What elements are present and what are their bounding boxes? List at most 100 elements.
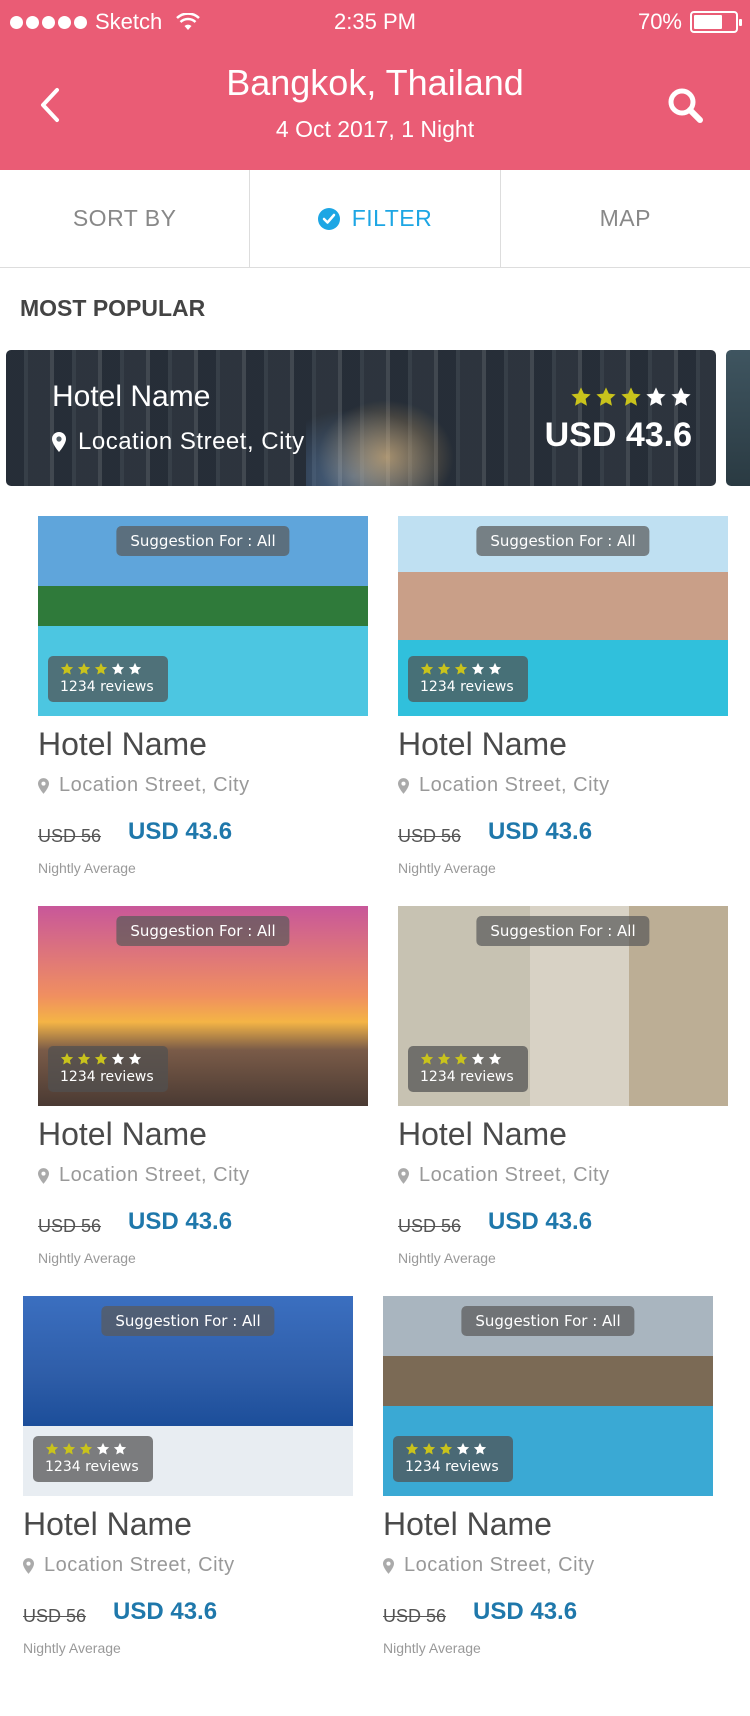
hotel-name[interactable]: Hotel Name (383, 1506, 552, 1543)
star-icon (621, 387, 641, 406)
review-count: 1234 reviews (405, 1459, 499, 1475)
featured-location-text: Location Street, City (78, 428, 305, 455)
rating-stars (420, 1052, 502, 1066)
suggestion-badge: Suggestion For : All (116, 526, 290, 556)
original-price: USD 56 (398, 826, 462, 846)
location-pin-icon (23, 1557, 34, 1574)
featured-hotel-location: Location Street, City (52, 428, 305, 456)
hotel-card[interactable]: Suggestion For : All 1234 reviews Hotel … (383, 1296, 713, 1656)
discount-price: USD 43.6 (488, 1208, 593, 1235)
rating-box: 1234 reviews (408, 656, 528, 702)
location-pin-icon (383, 1557, 394, 1574)
location-pin-icon (398, 777, 409, 794)
battery-icon (690, 11, 742, 33)
hotel-card[interactable]: Suggestion For : All 1234 reviews Hotel … (23, 1296, 353, 1656)
location-pin-icon (38, 777, 49, 794)
discount-price: USD 43.6 (128, 818, 233, 845)
star-icon (471, 662, 485, 675)
tab-sort-by-label: SORT BY (72, 205, 177, 231)
battery-percent: 70% (637, 9, 682, 34)
next-banner-peek[interactable] (726, 350, 750, 486)
tab-map[interactable]: MAP (499, 170, 750, 267)
rating-stars (45, 1442, 127, 1456)
price-note: Nightly Average (23, 1640, 121, 1656)
search-button[interactable] (660, 80, 710, 130)
star-icon (79, 1442, 93, 1455)
star-icon (437, 662, 451, 675)
hotel-location-text: Location Street, City (419, 1164, 610, 1186)
hotel-card[interactable]: Suggestion For : All 1234 reviews Hotel … (398, 906, 728, 1266)
featured-hotel-banner[interactable]: Hotel Name Location Street, City USD 43.… (6, 350, 716, 486)
rating-box: 1234 reviews (48, 656, 168, 702)
hotel-photo[interactable]: Suggestion For : All 1234 reviews (23, 1296, 353, 1496)
hotel-name[interactable]: Hotel Name (398, 1116, 567, 1153)
original-price: USD 56 (398, 1216, 462, 1236)
star-icon (646, 387, 666, 406)
price-note: Nightly Average (398, 860, 496, 876)
tab-filter[interactable]: FILTER (249, 170, 499, 267)
price-note: Nightly Average (38, 860, 136, 876)
review-count: 1234 reviews (420, 679, 514, 695)
star-icon (420, 1052, 434, 1065)
hotel-card[interactable]: Suggestion For : All 1234 reviews Hotel … (398, 516, 728, 876)
suggestion-badge: Suggestion For : All (461, 1306, 635, 1336)
hotel-card[interactable]: Suggestion For : All 1234 reviews Hotel … (38, 906, 368, 1266)
tab-filter-label: FILTER (351, 205, 433, 231)
star-icon (77, 1052, 91, 1065)
star-icon (437, 1052, 451, 1065)
star-icon (45, 1442, 59, 1455)
hotel-location: Location Street, City (38, 774, 250, 797)
star-icon (111, 1052, 125, 1065)
hotel-name[interactable]: Hotel Name (38, 726, 207, 763)
hotel-location: Location Street, City (383, 1554, 595, 1577)
status-bar: Sketch 2:35 PM 70% (0, 0, 750, 44)
review-count: 1234 reviews (420, 1069, 514, 1085)
hotel-location: Location Street, City (398, 1164, 610, 1187)
location-pin-icon (38, 1167, 49, 1184)
review-count: 1234 reviews (45, 1459, 139, 1475)
price-note: Nightly Average (383, 1640, 481, 1656)
star-icon (420, 662, 434, 675)
discount-price: USD 43.6 (473, 1598, 578, 1625)
hotel-location: Location Street, City (398, 774, 610, 797)
rating-stars (60, 662, 142, 676)
tab-sort-by[interactable]: SORT BY (0, 170, 249, 267)
app-header: Sketch 2:35 PM 70% Bangkok, Thailand 4 O… (0, 0, 750, 170)
star-icon (128, 1052, 142, 1065)
hotel-card[interactable]: Suggestion For : All 1234 reviews Hotel … (38, 516, 368, 876)
suggestion-badge: Suggestion For : All (476, 916, 650, 946)
hotel-photo[interactable]: Suggestion For : All 1234 reviews (38, 516, 368, 716)
section-title: MOST POPULAR (20, 295, 206, 321)
star-icon (62, 1442, 76, 1455)
hotel-photo[interactable]: Suggestion For : All 1234 reviews (398, 516, 728, 716)
check-circle-icon (317, 207, 340, 230)
hotel-location-text: Location Street, City (44, 1554, 235, 1576)
rating-box: 1234 reviews (33, 1436, 153, 1482)
search-icon (668, 88, 703, 123)
price-note: Nightly Average (398, 1250, 496, 1266)
star-icon (488, 662, 502, 675)
hotel-location: Location Street, City (38, 1164, 250, 1187)
hotel-photo[interactable]: Suggestion For : All 1234 reviews (398, 906, 728, 1106)
star-icon (94, 662, 108, 675)
hotel-photo[interactable]: Suggestion For : All 1234 reviews (38, 906, 368, 1106)
location-pin-icon (398, 1167, 409, 1184)
star-icon (671, 387, 691, 406)
star-icon (60, 1052, 74, 1065)
hotel-location-text: Location Street, City (59, 774, 250, 796)
star-icon (94, 1052, 108, 1065)
hotel-photo[interactable]: Suggestion For : All 1234 reviews (383, 1296, 713, 1496)
discount-price: USD 43.6 (488, 818, 593, 845)
star-icon (596, 387, 616, 406)
status-right: 70% (637, 9, 742, 35)
price-note: Nightly Average (38, 1250, 136, 1266)
hotel-name[interactable]: Hotel Name (38, 1116, 207, 1153)
hotel-name[interactable]: Hotel Name (23, 1506, 192, 1543)
hotel-name[interactable]: Hotel Name (398, 726, 567, 763)
banner-image (306, 390, 466, 486)
hotel-location-text: Location Street, City (404, 1554, 595, 1576)
hotel-location-text: Location Street, City (419, 774, 610, 796)
star-icon (439, 1442, 453, 1455)
star-icon (77, 662, 91, 675)
star-icon (571, 387, 591, 406)
